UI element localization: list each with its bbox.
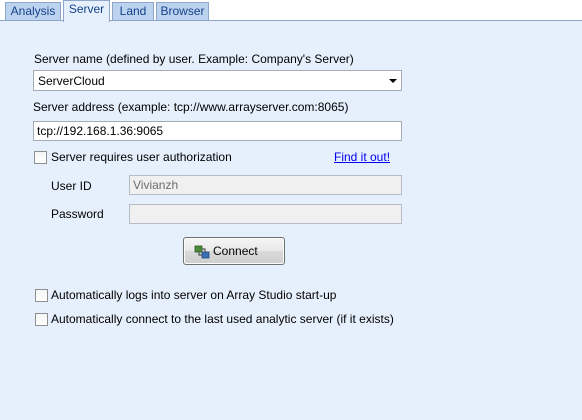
user-id-label: User ID <box>51 179 92 193</box>
tab-analysis[interactable]: Analysis <box>5 2 61 21</box>
server-address-input[interactable] <box>33 121 402 141</box>
tab-strip: Analysis Server Land Browser <box>0 0 582 22</box>
find-it-out-link[interactable]: Find it out! <box>334 150 390 164</box>
password-label: Password <box>51 207 104 221</box>
auto-connect-label: Automatically connect to the last used a… <box>51 312 394 326</box>
tab-browser[interactable]: Browser <box>156 2 209 21</box>
auto-login-label: Automatically logs into server on Array … <box>51 288 337 302</box>
connect-icon <box>194 245 210 259</box>
auth-checkbox[interactable] <box>34 151 47 164</box>
server-name-combobox[interactable]: ServerCloud <box>33 70 402 91</box>
connect-button[interactable]: Connect <box>183 237 285 265</box>
server-address-label: Server address (example: tcp://www.array… <box>33 100 349 114</box>
password-input[interactable] <box>129 204 402 224</box>
server-name-value: ServerCloud <box>38 74 105 88</box>
tab-land[interactable]: Land <box>112 2 154 21</box>
user-id-input[interactable] <box>129 175 402 195</box>
connect-button-label: Connect <box>213 244 258 258</box>
server-name-label: Server name (defined by user. Example: C… <box>34 52 354 66</box>
auth-checkbox-label: Server requires user authorization <box>51 150 232 164</box>
dropdown-arrow-icon[interactable] <box>389 79 397 83</box>
auto-connect-checkbox[interactable] <box>35 313 48 326</box>
tab-server[interactable]: Server <box>63 0 110 22</box>
auto-login-checkbox[interactable] <box>35 289 48 302</box>
